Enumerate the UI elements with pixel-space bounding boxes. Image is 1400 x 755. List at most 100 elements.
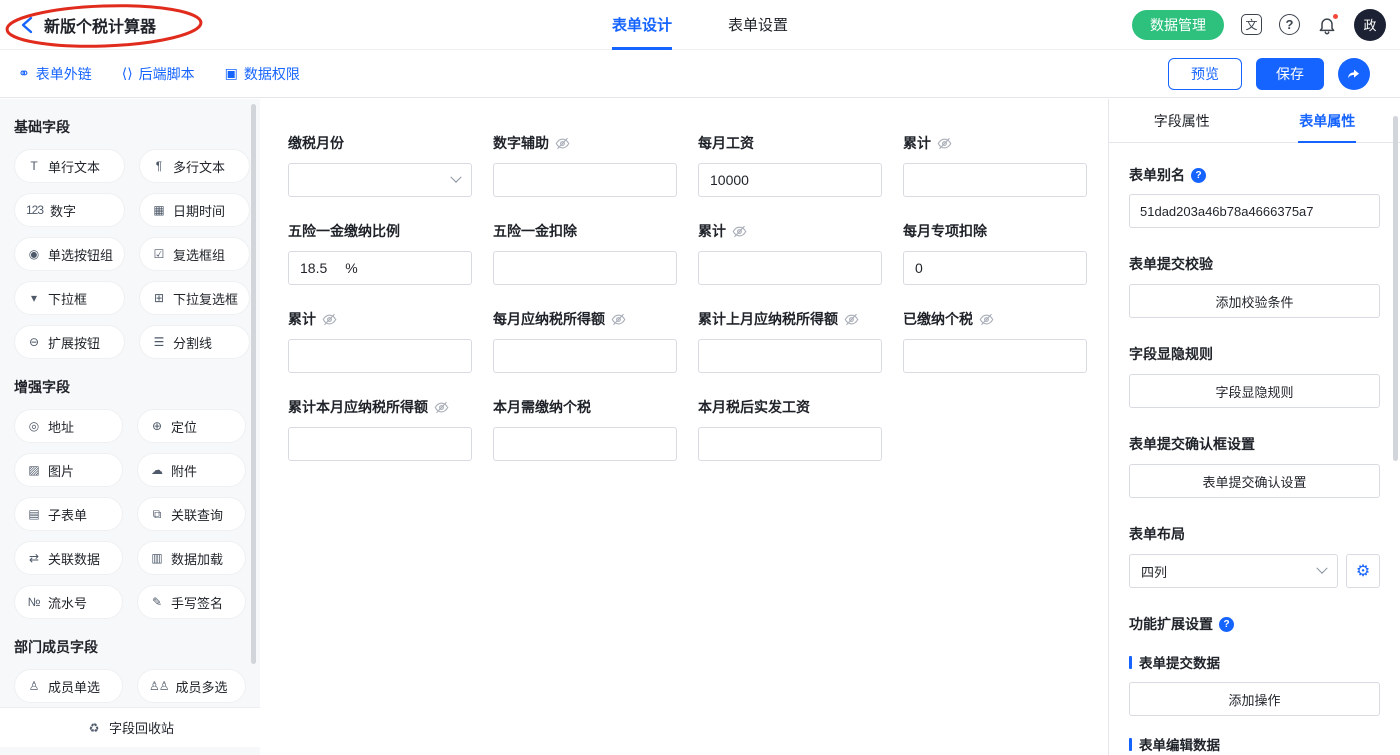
topbar-tab[interactable]: 表单设置 [728, 0, 788, 50]
toolbar-link[interactable]: ⟨⟩ 后端脚本 [122, 64, 195, 84]
form-alias-input[interactable] [1129, 194, 1380, 228]
form-field[interactable]: 累计本月应纳税所得额 [288, 397, 472, 461]
form-layout-select[interactable]: 四列 [1129, 554, 1338, 588]
field-library-sidebar: 基础字段 T 单行文本 ¶ 多行文本 [0, 99, 260, 755]
form-field[interactable]: 每月应纳税所得额 [493, 309, 677, 373]
field-label: 累计 [288, 309, 316, 329]
panel-tab[interactable]: 字段属性 [1109, 99, 1255, 142]
toolbar-link[interactable]: ▣ 数据权限 [225, 64, 300, 84]
form-field[interactable]: 本月需缴纳个税 [493, 397, 677, 461]
form-field[interactable]: 每月专项扣除 0 [903, 221, 1087, 285]
panel-scrollbar[interactable] [1393, 116, 1398, 461]
layout-settings-button[interactable]: ⚙ [1346, 554, 1380, 588]
back-button[interactable] [18, 14, 36, 36]
panel-group-button[interactable]: 添加校验条件 [1129, 284, 1380, 318]
field-type-item[interactable]: ⊖ 扩展按钮 [14, 325, 125, 359]
form-field[interactable]: 本月税后实发工资 [698, 397, 882, 461]
user-avatar[interactable]: 政 [1354, 9, 1386, 41]
field-type-item[interactable]: ⇄ 关联数据 [14, 541, 123, 575]
field-type-item[interactable]: № 流水号 [14, 585, 123, 619]
topbar: 新版个税计算器 表单设计 表单设置 数据管理 文 ? 政 [0, 0, 1400, 50]
share-button[interactable] [1338, 58, 1370, 90]
form-field[interactable]: 已缴纳个税 [903, 309, 1087, 373]
field-input[interactable] [903, 163, 1087, 197]
form-field[interactable]: 累计上月应纳税所得额 [698, 309, 882, 373]
field-type-item[interactable]: ☰ 分割线 [139, 325, 250, 359]
panel-tab-label: 表单属性 [1299, 111, 1355, 131]
field-label-row: 本月税后实发工资 [698, 397, 882, 417]
form-field[interactable]: 每月工资 10000 [698, 133, 882, 197]
preview-button[interactable]: 预览 [1168, 58, 1242, 90]
form-field[interactable]: 累计 [903, 133, 1087, 197]
sidebar-items: ◎ 地址 ⊕ 定位 ▨ 图片 [0, 409, 260, 619]
sidebar-sections: 基础字段 T 单行文本 ¶ 多行文本 [0, 117, 260, 703]
field-input[interactable] [698, 251, 882, 285]
panel-group: 表单提交校验 添加校验条件 [1129, 254, 1380, 318]
help-icon[interactable]: ? [1219, 617, 1234, 632]
field-type-item[interactable]: ☑ 复选框组 [139, 237, 250, 271]
form-field[interactable]: 五险一金缴纳比例 18.5 % [288, 221, 472, 285]
field-type-item[interactable]: ▾ 下拉框 [14, 281, 125, 315]
eye-off-icon [555, 136, 570, 151]
panel-group: 字段显隐规则 字段显隐规则 [1129, 344, 1380, 408]
field-input[interactable] [903, 339, 1087, 373]
field-type-item[interactable]: ♙♙ 成员多选 [137, 669, 246, 703]
field-recycle-bin[interactable]: ♻ 字段回收站 [0, 707, 260, 747]
field-input[interactable] [698, 427, 882, 461]
toolbar-link-label: 表单外链 [36, 64, 92, 84]
panel-group-button[interactable]: 表单提交确认设置 [1129, 464, 1380, 498]
field-type-item[interactable]: ⧉ 关联查询 [137, 497, 246, 531]
section-marker [1129, 656, 1132, 669]
panel-tab[interactable]: 表单属性 [1255, 99, 1400, 142]
field-input[interactable] [493, 427, 677, 461]
form-field[interactable]: 累计 [288, 309, 472, 373]
field-input[interactable] [288, 427, 472, 461]
form-field[interactable]: 五险一金扣除 [493, 221, 677, 285]
panel-group-button[interactable]: 字段显隐规则 [1129, 374, 1380, 408]
toolbar-links: ⚭ 表单外链 ⟨⟩ 后端脚本 ▣ 数据权限 [18, 64, 300, 84]
help-circle-icon[interactable]: ? [1279, 14, 1300, 35]
form-field[interactable]: 累计 [698, 221, 882, 285]
field-type-item[interactable]: ▨ 图片 [14, 453, 123, 487]
field-type-item[interactable]: ✎ 手写签名 [137, 585, 246, 619]
form-layout-label: 表单布局 [1129, 524, 1380, 544]
field-type-label: 数字 [50, 201, 76, 220]
notification-bell-icon[interactable] [1317, 15, 1337, 35]
topbar-tab[interactable]: 表单设计 [612, 0, 672, 50]
field-input[interactable] [288, 339, 472, 373]
field-type-label: 分割线 [173, 333, 212, 352]
field-type-item[interactable]: ▥ 数据加载 [137, 541, 246, 575]
attachment-icon: ☁ [149, 463, 164, 477]
field-input[interactable] [493, 251, 677, 285]
save-button[interactable]: 保存 [1256, 58, 1324, 90]
data-manage-button[interactable]: 数据管理 [1132, 10, 1224, 40]
form-field[interactable]: 数字辅助 [493, 133, 677, 197]
field-input[interactable] [288, 163, 472, 197]
field-input[interactable] [493, 163, 677, 197]
field-type-item[interactable]: ▦ 日期时间 [139, 193, 250, 227]
field-input[interactable] [493, 339, 677, 373]
field-input[interactable]: 10000 [698, 163, 882, 197]
translate-icon[interactable]: 文 [1241, 14, 1262, 35]
form-field[interactable]: 缴税月份 [288, 133, 472, 197]
field-type-item[interactable]: ♙ 成员单选 [14, 669, 123, 703]
sidebar-section-title: 增强字段 [14, 377, 248, 397]
field-type-item[interactable]: T 单行文本 [14, 149, 125, 183]
field-type-item[interactable]: ⊞ 下拉复选框 [139, 281, 250, 315]
field-input[interactable] [698, 339, 882, 373]
field-type-item[interactable]: ⊕ 定位 [137, 409, 246, 443]
field-type-item[interactable]: ◎ 地址 [14, 409, 123, 443]
sidebar-scrollbar[interactable] [251, 104, 256, 664]
field-type-item[interactable]: ◉ 单选按钮组 [14, 237, 125, 271]
field-label-row: 每月专项扣除 [903, 221, 1087, 241]
field-type-item[interactable]: 123 数字 [14, 193, 125, 227]
help-icon[interactable]: ? [1191, 168, 1206, 183]
field-type-item[interactable]: ¶ 多行文本 [139, 149, 250, 183]
field-type-item[interactable]: ☁ 附件 [137, 453, 246, 487]
add-action-button[interactable]: 添加操作 [1129, 682, 1380, 716]
field-type-item[interactable]: ▤ 子表单 [14, 497, 123, 531]
field-input[interactable]: 0 [903, 251, 1087, 285]
single-line-text-icon: T [26, 159, 41, 173]
toolbar-link[interactable]: ⚭ 表单外链 [18, 64, 92, 84]
field-input[interactable]: 18.5 % [288, 251, 472, 285]
